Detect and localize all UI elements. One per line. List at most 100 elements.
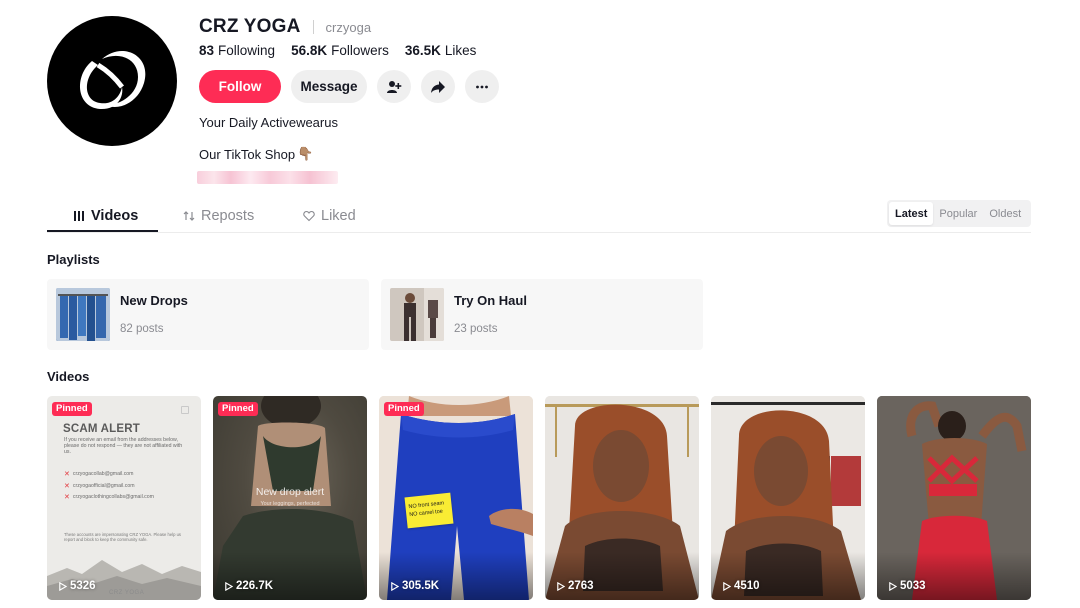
- add-person-icon: [387, 80, 402, 93]
- stat-following-value: 83: [199, 43, 215, 58]
- playlist-title: Try On Haul: [454, 293, 527, 308]
- view-count: 305.5K: [390, 580, 439, 592]
- sticky-note-text: NO front seam NO camel toe: [408, 499, 445, 519]
- tab-liked-label: Liked: [321, 207, 356, 224]
- grid-icon: [74, 210, 84, 221]
- playlist-thumbnail: [56, 288, 110, 341]
- play-icon: [59, 581, 67, 591]
- clothing-rack-thumb: [56, 288, 110, 341]
- play-icon: [225, 581, 233, 591]
- x-mark-icon: ✕: [64, 494, 70, 501]
- more-options-button[interactable]: [465, 70, 499, 103]
- video-card[interactable]: New drop alert Your leggings, perfected …: [213, 396, 367, 600]
- scam-body: If you receive an email from the address…: [64, 437, 183, 455]
- sort-latest[interactable]: Latest: [889, 202, 934, 225]
- view-count-value: 305.5K: [402, 580, 440, 592]
- share-arrow-icon: [431, 80, 445, 93]
- scam-email: ✕ crzyogacollab@gmail.com: [64, 470, 134, 478]
- more-dots-icon: [476, 85, 488, 88]
- profile-stats: 83 Following 56.8K Followers 36.5K Likes: [199, 43, 476, 58]
- stat-followers-value: 56.8K: [291, 43, 328, 58]
- playlist-count: 82 posts: [120, 323, 164, 335]
- profile-name-row: CRZ YOGA crzyoga: [199, 16, 371, 38]
- playlist-card[interactable]: New Drops 82 posts: [47, 279, 369, 350]
- view-count: 5326: [58, 580, 96, 592]
- pinned-badge: Pinned: [52, 402, 92, 416]
- profile-handle: crzyoga: [325, 19, 372, 35]
- checkbox-icon: [181, 406, 189, 414]
- pinned-badge: Pinned: [384, 402, 424, 416]
- name-divider: [312, 20, 314, 34]
- heart-icon: [303, 210, 315, 221]
- scam-email: ✕ crzyogaclothingcollabs@gmail.com: [64, 493, 154, 501]
- shop-text: Our TikTok Shop: [199, 146, 296, 162]
- video-card[interactable]: 4510: [711, 396, 865, 600]
- video-card[interactable]: 5033: [877, 396, 1031, 600]
- video-shade: [711, 552, 865, 600]
- scam-email-text: crzyogacollab@gmail.com: [72, 471, 134, 477]
- stat-followers-label: Followers: [331, 43, 389, 58]
- play-icon: [391, 581, 399, 591]
- video-card[interactable]: NO front seam NO camel toe Pinned 305.5K: [379, 396, 533, 600]
- repost-icon: [183, 210, 195, 221]
- tab-liked[interactable]: Liked: [303, 199, 356, 232]
- tab-videos-label: Videos: [91, 207, 139, 224]
- stat-following[interactable]: 83 Following: [199, 43, 275, 58]
- scam-alert-thumbnail: SCAM ALERT If you receive an email from …: [47, 396, 201, 600]
- drop-headline: New drop alert: [255, 486, 325, 498]
- follow-button[interactable]: Follow: [199, 70, 281, 103]
- stat-likes-value: 36.5K: [404, 43, 441, 58]
- add-friend-button[interactable]: [377, 70, 411, 103]
- sort-popular[interactable]: Popular: [933, 202, 983, 225]
- sticky-note: NO front seam NO camel toe: [404, 492, 454, 529]
- view-count-value: 226.7K: [236, 580, 274, 592]
- view-count-value: 4510: [734, 580, 760, 592]
- scam-email-text: crzyogaclothingcollabs@gmail.com: [72, 494, 154, 500]
- profile-actions: Follow Message: [199, 70, 499, 103]
- video-shade: [379, 552, 533, 600]
- view-count: 226.7K: [224, 580, 273, 592]
- profile-name: CRZ YOGA: [199, 16, 301, 37]
- stat-likes-label: Likes: [444, 43, 477, 58]
- sort-oldest[interactable]: Oldest: [983, 202, 1027, 225]
- playlists-heading: Playlists: [47, 252, 100, 267]
- blurred-bio-link[interactable]: [197, 171, 338, 184]
- tab-reposts[interactable]: Reposts: [183, 199, 254, 232]
- play-icon: [557, 581, 565, 591]
- view-count: 5033: [888, 580, 926, 592]
- play-icon: [889, 581, 897, 591]
- view-count-value: 5033: [900, 580, 926, 592]
- stat-likes: 36.5K Likes: [405, 43, 477, 58]
- profile-avatar[interactable]: [47, 16, 177, 146]
- video-card[interactable]: 2763: [545, 396, 699, 600]
- view-count-value: 5326: [70, 580, 96, 592]
- tab-reposts-label: Reposts: [201, 207, 255, 224]
- scam-watermark: CRZ YOGA: [109, 590, 145, 596]
- view-count-value: 2763: [568, 580, 594, 592]
- video-shade: [877, 552, 1031, 600]
- playlist-count: 23 posts: [454, 323, 498, 335]
- view-count: 2763: [556, 580, 594, 592]
- view-count: 4510: [722, 580, 760, 592]
- tab-videos[interactable]: Videos: [73, 199, 138, 232]
- x-mark-icon: ✕: [64, 483, 70, 490]
- scam-title: SCAM ALERT: [63, 423, 140, 435]
- x-mark-icon: ✕: [64, 471, 70, 478]
- video-shade: [545, 552, 699, 600]
- scam-email: ✕ crzyogaofficial@gmail.com: [64, 482, 135, 490]
- play-icon: [723, 581, 731, 591]
- playlist-title: New Drops: [120, 293, 188, 308]
- message-button[interactable]: Message: [291, 70, 367, 103]
- scam-email-text: crzyogaofficial@gmail.com: [72, 483, 135, 489]
- tab-active-underline: [47, 230, 158, 232]
- scam-footer: These accounts are impersonating CRZ YOG…: [64, 532, 181, 542]
- playlist-thumbnail: [390, 288, 444, 341]
- videos-heading: Videos: [47, 369, 90, 384]
- stat-followers[interactable]: 56.8K Followers: [291, 43, 389, 58]
- pointing-down-emoji: 👇🏽: [297, 146, 314, 161]
- profile-bio: Your Daily Activewearus: [199, 115, 338, 130]
- crz-logo-icon: [80, 50, 146, 110]
- playlist-card[interactable]: Try On Haul 23 posts: [381, 279, 703, 350]
- share-button[interactable]: [421, 70, 455, 103]
- video-card[interactable]: SCAM ALERT If you receive an email from …: [47, 396, 201, 600]
